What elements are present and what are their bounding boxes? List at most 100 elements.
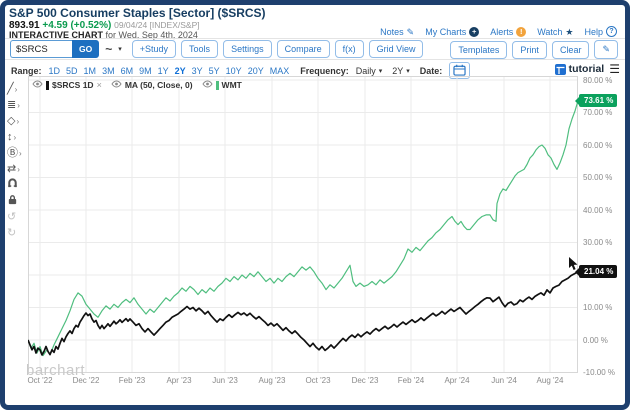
toolbar-study-button[interactable]: +Study — [132, 40, 176, 58]
remove-series-icon[interactable]: × — [97, 80, 102, 90]
eye-icon[interactable] — [32, 80, 43, 90]
toolbar-divider — [5, 59, 625, 60]
fibonacci-tool[interactable]: ≣› — [7, 99, 20, 112]
chevron-down-icon: ▾ — [379, 67, 383, 75]
link-help[interactable]: Help? — [584, 26, 617, 37]
range-option-9m[interactable]: 9M — [139, 66, 152, 76]
quote-row: 893.91 +4.59 (+0.52%) 09/04/24 [INDEX/S&… — [9, 20, 200, 31]
range-option-10y[interactable]: 10Y — [226, 66, 242, 76]
y-axis-label: 10.00 % — [583, 303, 612, 312]
price-chart[interactable] — [28, 76, 578, 373]
annotate-pencil-button[interactable]: ✎ — [594, 40, 618, 59]
toolbar-f-x-button[interactable]: f(x) — [335, 40, 364, 58]
trendline-tool[interactable]: ╱› — [7, 83, 17, 96]
link-watch[interactable]: Watch★ — [537, 27, 573, 37]
alert-circle-icon: ! — [516, 27, 526, 37]
series-color-chip — [46, 81, 49, 90]
legend-item-srcs-1d: $SRCS 1D× — [32, 80, 102, 90]
link-alerts[interactable]: Alerts! — [490, 27, 526, 37]
chevron-right-icon: › — [17, 99, 20, 112]
frequency-select[interactable]: Daily ▾ — [356, 66, 383, 76]
toolbar-compare-button[interactable]: Compare — [277, 40, 330, 58]
symbol-input[interactable] — [10, 40, 72, 58]
y-axis-label: 70.00 % — [583, 108, 612, 117]
print-button[interactable]: Print — [512, 41, 547, 59]
link-label: Alerts — [490, 27, 513, 37]
link-label: My Charts — [425, 27, 466, 37]
tutorial-logo-icon — [555, 64, 566, 75]
chart-window: S&P 500 Consumer Staples [Sector] ($SRCS… — [0, 0, 630, 410]
range-option-5d[interactable]: 5D — [66, 66, 78, 76]
legend-label: $SRCS 1D — [52, 80, 94, 90]
chart-type-caret-icon[interactable]: ▾ — [118, 45, 122, 53]
eye-icon[interactable] — [202, 80, 213, 90]
range-option-2y[interactable]: 2Y — [175, 66, 186, 76]
period-value: 2Y — [392, 66, 403, 76]
chevron-right-icon: › — [14, 131, 17, 144]
x-axis-label: Feb '23 — [119, 376, 145, 385]
frequency-label: Frequency: — [300, 66, 349, 76]
toolbar-settings-button[interactable]: Settings — [223, 40, 272, 58]
range-label: Range: — [11, 66, 42, 76]
symbol-input-group: GO — [10, 40, 99, 58]
range-option-1y[interactable]: 1Y — [158, 66, 169, 76]
link-my-charts[interactable]: My Charts+ — [425, 27, 479, 37]
frequency-value: Daily — [356, 66, 376, 76]
toolbar-buttons: +Study Tools Settings Compare f(x) Grid View — [132, 40, 424, 58]
x-axis-label: Jun '23 — [212, 376, 238, 385]
tutorial-logo-text: tutorial — [569, 63, 605, 75]
magnet-tool[interactable] — [7, 179, 18, 192]
x-axis-label: Jun '24 — [491, 376, 517, 385]
chart-type-icon[interactable]: ~ — [105, 44, 112, 54]
shapes-tool[interactable]: ◇› — [7, 115, 19, 128]
compare-lines-tool[interactable]: ⇄› — [7, 163, 20, 176]
toolbar-tools-button[interactable]: Tools — [181, 40, 218, 58]
legend-label: MA (50, Close, 0) — [125, 80, 193, 90]
go-button[interactable]: GO — [72, 40, 99, 58]
lock-icon — [7, 194, 18, 209]
lock-tool[interactable] — [7, 195, 18, 208]
chevron-right-icon: › — [15, 83, 18, 96]
range-options: 1D 5D 1M 3M 6M 9M 1Y 2Y 3Y 5Y 10Y 20Y MAX — [49, 66, 290, 76]
chart-legend: $SRCS 1D× MA (50, Close, 0) WMT — [32, 80, 242, 90]
range-option-1d[interactable]: 1D — [49, 66, 61, 76]
range-option-1m[interactable]: 1M — [84, 66, 97, 76]
page-title: S&P 500 Consumer Staples [Sector] ($SRCS… — [9, 6, 266, 20]
tutorial-brand: tutorial ☰ — [555, 62, 620, 76]
undo-button-icon: ↺ — [7, 211, 16, 224]
arrows-tool[interactable]: ↕› — [7, 131, 16, 144]
range-option-20y[interactable]: 20Y — [248, 66, 264, 76]
legend-label: WMT — [222, 80, 242, 90]
arrows-tool-icon: ↕ — [7, 131, 13, 144]
x-axis-label: Feb '24 — [398, 376, 424, 385]
circle-question-icon: ? — [606, 26, 617, 37]
range-option-6m[interactable]: 6M — [121, 66, 134, 76]
toolbar-grid-view-button[interactable]: Grid View — [369, 40, 424, 58]
header-divider — [5, 38, 625, 39]
x-axis-label: Oct '23 — [305, 376, 330, 385]
annotation-marker-tool[interactable]: Ⓑ› — [7, 147, 22, 160]
legend-item-wmt: WMT — [202, 80, 242, 90]
symbol-toolbar: GO ~ ▾ +Study Tools Settings Compare f(x) Gri… — [10, 40, 423, 58]
y-axis-label: 60.00 % — [583, 141, 612, 150]
period-select[interactable]: 2Y ▾ — [392, 66, 410, 76]
chevron-right-icon: › — [17, 163, 20, 176]
last-price: 893.91 — [9, 20, 40, 31]
undo-button: ↺ — [7, 211, 16, 224]
y-axis-label: 50.00 % — [583, 173, 612, 182]
eye-icon[interactable] — [111, 80, 122, 90]
range-option-max[interactable]: MAX — [270, 66, 290, 76]
compare-lines-tool-icon: ⇄ — [7, 163, 16, 176]
x-axis-label: Dec '23 — [352, 376, 379, 385]
range-option-5y[interactable]: 5Y — [209, 66, 220, 76]
link-notes[interactable]: Notes✎ — [380, 27, 414, 37]
hamburger-menu-icon[interactable]: ☰ — [609, 62, 620, 76]
range-option-3y[interactable]: 3Y — [192, 66, 203, 76]
templates-button[interactable]: Templates — [450, 41, 507, 59]
trendline-tool-icon: ╱ — [7, 83, 14, 96]
range-option-3m[interactable]: 3M — [102, 66, 115, 76]
clear-button[interactable]: Clear — [552, 41, 590, 59]
redo-button: ↻ — [7, 227, 16, 240]
fibonacci-tool-icon: ≣ — [7, 99, 16, 112]
chevron-right-icon: › — [19, 147, 22, 160]
